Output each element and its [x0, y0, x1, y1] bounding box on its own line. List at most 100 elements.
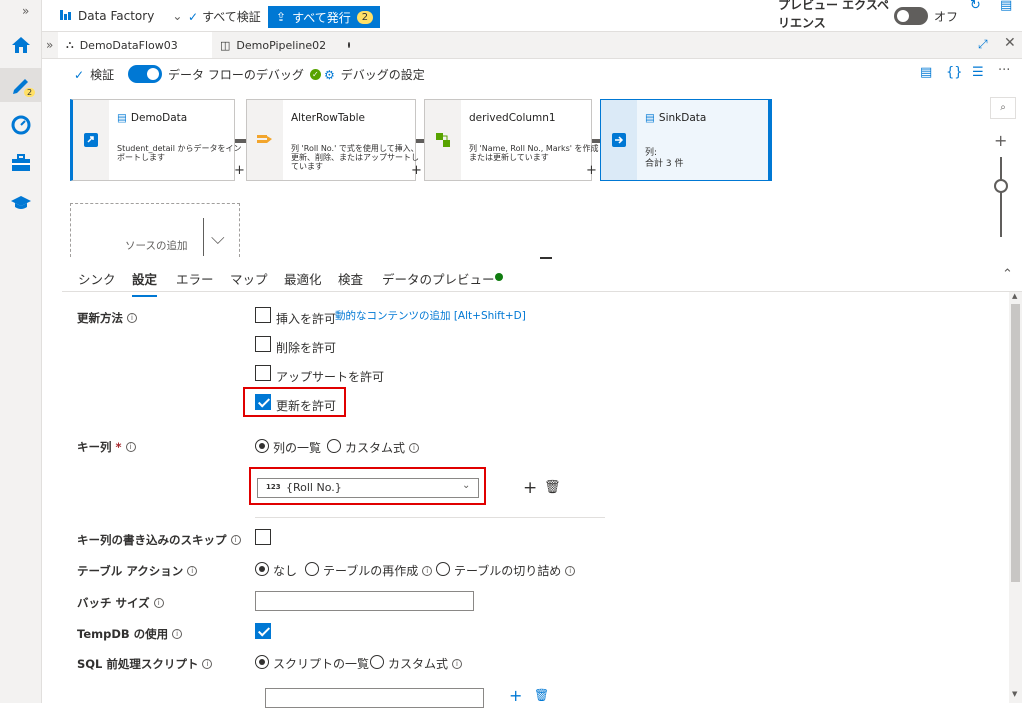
add-transform-plus-icon[interactable]: + — [586, 163, 597, 178]
monitor-icon[interactable] — [6, 110, 36, 140]
table-recreate-radio[interactable] — [305, 562, 319, 576]
refresh-icon[interactable]: ↻ — [970, 0, 981, 13]
table-truncate-radio[interactable] — [436, 562, 450, 576]
top-bar: Data Factory ⌄ ✓ すべて検証 ⇪ すべて発行 2 プレビュー エ… — [42, 0, 1022, 32]
tab-sink[interactable]: シンク — [78, 269, 116, 288]
node-alterrowtable[interactable]: AlterRowTable 列 'Roll No.' で式を使用して挿入、更新、… — [246, 99, 419, 181]
pre-sql-custom-radio[interactable] — [370, 655, 384, 669]
zoom-in-icon[interactable]: + — [994, 131, 1007, 150]
node-title-text: AlterRowTable — [291, 112, 365, 124]
preview-label-line2: リエンス — [778, 16, 826, 30]
add-script-icon[interactable]: + — [509, 686, 522, 705]
close-icon[interactable]: ✕ — [1004, 35, 1016, 51]
allow-insert-checkbox[interactable] — [255, 307, 271, 323]
dynamic-content-link[interactable]: 動的なコンテンツの追加 [Alt+Shift+D] — [335, 308, 526, 323]
table-action-none-radio[interactable] — [255, 562, 269, 576]
feedback-icon[interactable]: ▤ — [1000, 0, 1012, 13]
scroll-up-icon[interactable]: ▲ — [1012, 292, 1017, 300]
tab-optimize[interactable]: 最適化 — [284, 269, 322, 288]
key-column-select[interactable]: 123 {Roll No.} ⌄ — [257, 478, 479, 498]
info-icon[interactable]: i — [565, 565, 576, 576]
table-action-none-label: なし — [273, 564, 298, 578]
preview-experience-label: プレビュー エクスペ リエンス — [778, 0, 889, 32]
derived-column-icon — [425, 100, 461, 180]
node-demodata[interactable]: ▤ DemoData Student_detail からデータをインポートします — [70, 99, 242, 181]
expand-icon[interactable]: » — [22, 4, 29, 18]
connector-line — [416, 139, 424, 143]
tab-demodataflow03[interactable]: ⛬ DemoDataFlow03 — [58, 32, 212, 58]
info-icon[interactable]: i — [127, 313, 137, 323]
batch-size-input[interactable] — [255, 591, 474, 611]
allow-update-checkbox[interactable] — [255, 394, 271, 410]
node-title: ▤ DemoData — [117, 112, 187, 124]
tab-inspect[interactable]: 検査 — [338, 269, 363, 288]
debug-settings-icon: ⚙ — [324, 67, 335, 82]
add-transform-plus-icon[interactable]: + — [411, 163, 422, 178]
scrollbar-thumb[interactable] — [1011, 304, 1020, 582]
tab-data-preview[interactable]: データのプレビュー — [382, 269, 495, 288]
chevron-up-icon[interactable]: ⌃ — [1002, 267, 1013, 282]
learning-cap-icon[interactable] — [6, 188, 36, 218]
key-list-radio[interactable] — [255, 439, 269, 453]
tab-settings[interactable]: 設定 — [132, 269, 158, 297]
dataset-icon: ▤ — [117, 112, 127, 124]
pre-sql-script-input[interactable] — [265, 688, 484, 708]
table-action-label: テーブル アクション i — [77, 563, 198, 579]
chevron-down-icon[interactable]: ⌵ — [211, 228, 225, 249]
properties-icon[interactable]: ☰ — [972, 65, 984, 80]
node-sinkdata[interactable]: ▤ SinkData 列: 合計 3 件 — [600, 99, 772, 181]
toggle-switch[interactable] — [894, 7, 928, 25]
pre-sql-list-radio[interactable] — [255, 655, 269, 669]
use-tempdb-checkbox[interactable] — [255, 623, 271, 639]
delete-trash-icon[interactable]: 🗑 — [544, 480, 561, 495]
label-text: TempDB の使用 — [77, 627, 169, 641]
scroll-down-icon[interactable]: ▼ — [1012, 690, 1017, 698]
connector-line — [592, 139, 600, 143]
manage-toolbox-icon[interactable] — [6, 148, 36, 178]
debug-toggle-switch[interactable] — [128, 65, 162, 83]
form-scrollbar[interactable]: ▲ ▼ — [1009, 292, 1022, 703]
zoom-slider-thumb[interactable] — [994, 179, 1008, 193]
skip-key-writes-checkbox[interactable] — [255, 529, 271, 545]
info-icon[interactable]: i — [153, 598, 164, 608]
allow-delete-checkbox[interactable] — [255, 336, 271, 352]
home-icon[interactable] — [6, 30, 36, 60]
author-pencil-icon[interactable]: 2 — [0, 68, 42, 102]
info-icon[interactable]: i — [230, 535, 241, 545]
factory-selector[interactable]: Data Factory ⌄ — [60, 8, 182, 23]
key-custom-radio[interactable] — [327, 439, 341, 453]
validate-all-button[interactable]: ✓ すべて検証 — [188, 8, 261, 25]
delete-trash-icon[interactable]: 🗑 — [534, 688, 549, 702]
publish-all-button[interactable]: ⇪ すべて発行 2 — [268, 6, 380, 28]
tab-errors[interactable]: エラー — [176, 269, 214, 288]
script-icon[interactable]: ▤ — [920, 65, 932, 80]
add-transform-plus-icon[interactable]: + — [234, 163, 245, 178]
add-source-button[interactable]: ソースの追加 ⌵ — [70, 203, 240, 257]
validate-button[interactable]: ✓ 検証 — [74, 66, 114, 83]
more-options-icon[interactable]: ··· — [998, 63, 1010, 78]
tab-mapping[interactable]: マップ — [230, 269, 268, 288]
zoom-slider-track[interactable] — [1000, 157, 1002, 237]
dataflow-debug-toggle[interactable]: データ フローのデバッグ ✓ — [128, 65, 321, 83]
info-icon[interactable]: i — [409, 442, 420, 453]
label-text: バッチ サイズ — [77, 596, 150, 610]
maximize-icon[interactable]: ⤢ — [978, 37, 988, 52]
dataset-icon: ▤ — [645, 112, 655, 124]
allow-upsert-checkbox[interactable] — [255, 365, 271, 381]
node-derivedcolumn1[interactable]: derivedColumn1 列 'Name, Roll No., Marks'… — [424, 99, 599, 181]
preview-toggle[interactable]: オフ — [894, 7, 958, 25]
tab-demopipeline02[interactable]: ◫ DemoPipeline02 — [212, 32, 358, 58]
info-icon[interactable]: i — [422, 565, 433, 576]
debug-label: データ フローのデバッグ — [168, 67, 304, 82]
info-icon[interactable]: i — [202, 659, 213, 669]
info-icon[interactable]: i — [125, 442, 136, 452]
collapse-resources-icon[interactable]: » — [46, 38, 53, 52]
publish-count-badge: 2 — [356, 10, 374, 24]
debug-settings-button[interactable]: ⚙ デバッグの設定 — [324, 66, 425, 83]
info-icon[interactable]: i — [172, 629, 183, 639]
info-icon[interactable]: i — [452, 658, 463, 669]
add-key-column-icon[interactable]: + — [523, 478, 537, 498]
code-icon[interactable]: {} — [946, 65, 963, 80]
info-icon[interactable]: i — [187, 566, 198, 576]
search-icon[interactable]: ⌕ — [990, 97, 1016, 119]
